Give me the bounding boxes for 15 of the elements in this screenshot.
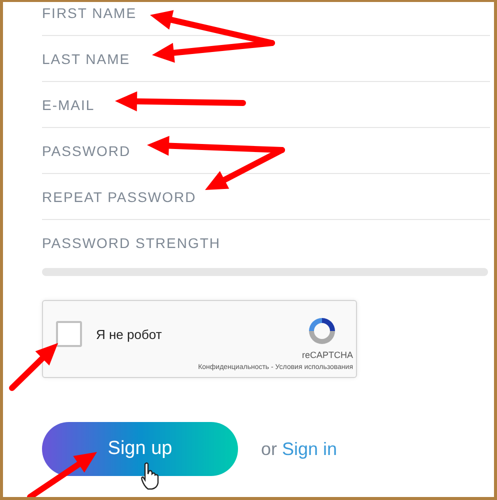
arrow-drawing xyxy=(27,452,97,497)
captcha-checkbox[interactable] xyxy=(56,321,82,347)
input-field[interactable]: E-MAIL xyxy=(42,96,490,114)
hand-cursor-icon xyxy=(140,462,160,490)
captcha-label: Я не робот xyxy=(96,326,163,342)
input-field[interactable]: LAST NAME xyxy=(42,50,490,68)
or-text: or xyxy=(261,438,278,460)
recaptcha-brand: reCAPTCHA xyxy=(302,350,353,360)
input-field[interactable]: PASSWORD xyxy=(42,142,490,160)
password-strength-label: PASSWORD STRENGTH xyxy=(42,234,221,250)
sign-in-link[interactable]: Sign in xyxy=(282,438,338,460)
sign-up-button[interactable]: Sign up xyxy=(42,422,238,476)
input-field[interactable]: FIRST NAME xyxy=(42,4,490,22)
arrow-drawing xyxy=(9,343,58,391)
input-field[interactable]: REPEAT PASSWORD xyxy=(42,188,490,206)
